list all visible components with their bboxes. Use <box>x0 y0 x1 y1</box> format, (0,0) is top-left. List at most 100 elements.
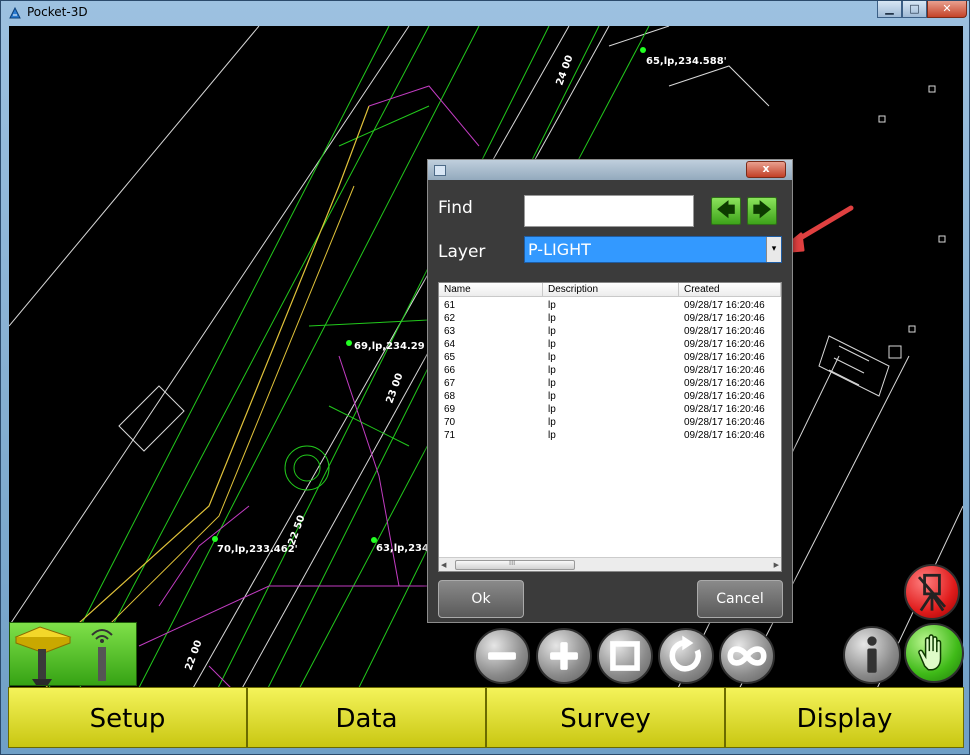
cell-name: 71 <box>444 430 456 441</box>
table-row[interactable]: 68 lp 09/28/17 16:20:46 <box>439 390 781 403</box>
hand-icon <box>918 634 942 671</box>
cell-created: 09/28/17 16:20:46 <box>684 404 765 415</box>
column-header-name[interactable]: Name <box>439 283 543 297</box>
table-row[interactable]: 65 lp 09/28/17 16:20:46 <box>439 351 781 364</box>
cell-name: 66 <box>444 365 456 376</box>
point-label: 63,lp,234 <box>376 543 429 554</box>
pan-button[interactable] <box>904 623 964 683</box>
zoom-out-icon <box>488 652 516 660</box>
maximize-button[interactable]: □ <box>902 1 927 18</box>
find-input[interactable] <box>524 195 694 227</box>
scroll-left-icon[interactable]: ◀ <box>441 561 446 569</box>
point-label: 69,lp,234.29 <box>354 341 425 352</box>
rotate-button[interactable] <box>658 628 714 684</box>
find-previous-button[interactable]: 🡄 <box>711 197 741 225</box>
rover-icon <box>14 626 113 685</box>
table-row[interactable]: 70 lp 09/28/17 16:20:46 <box>439 416 781 429</box>
cell-description: lp <box>548 313 556 324</box>
cell-description: lp <box>548 430 556 441</box>
cell-description: lp <box>548 365 556 376</box>
minimize-button[interactable]: ▁ <box>877 1 902 18</box>
zoom-extents-icon <box>610 641 640 671</box>
table-row[interactable]: 66 lp 09/28/17 16:20:46 <box>439 364 781 377</box>
cell-name: 61 <box>444 300 456 311</box>
find-label: Find <box>438 198 473 218</box>
ok-button[interactable]: Ok <box>438 580 524 618</box>
column-header-created[interactable]: Created <box>679 283 781 297</box>
cell-created: 09/28/17 16:20:46 <box>684 300 765 311</box>
layer-label: Layer <box>438 242 486 262</box>
info-icon <box>867 636 877 673</box>
cell-name: 65 <box>444 352 456 363</box>
manhole-symbol <box>284 445 330 491</box>
zoom-in-icon <box>550 642 578 670</box>
tab-display[interactable]: Display <box>725 687 964 748</box>
close-button[interactable]: ✕ <box>927 1 967 18</box>
chevron-down-icon[interactable]: ▾ <box>766 237 781 262</box>
station-label: 22 00 <box>183 639 204 672</box>
cell-created: 09/28/17 16:20:46 <box>684 313 765 324</box>
point-label: 70,lp,233.462' <box>217 544 298 555</box>
survey-disabled-icon <box>917 573 947 612</box>
zoom-in-button[interactable] <box>536 628 592 684</box>
cell-created: 09/28/17 16:20:46 <box>684 417 765 428</box>
rotate-icon <box>669 635 702 672</box>
zoom-extents-button[interactable] <box>597 628 653 684</box>
cell-description: lp <box>548 404 556 415</box>
cell-name: 67 <box>444 378 456 389</box>
table-row[interactable]: 64 lp 09/28/17 16:20:46 <box>439 338 781 351</box>
cell-name: 68 <box>444 391 456 402</box>
station-label: 24 00 <box>554 54 575 87</box>
table-row[interactable]: 67 lp 09/28/17 16:20:46 <box>439 377 781 390</box>
hatch-area <box>818 85 946 397</box>
cell-created: 09/28/17 16:20:46 <box>684 430 765 441</box>
cell-description: lp <box>548 417 556 428</box>
yellow-boundary <box>9 105 370 687</box>
gps-status-panel[interactable] <box>9 622 137 686</box>
cell-description: lp <box>548 326 556 337</box>
station-label: 23 00 <box>384 372 405 405</box>
point-label: 65,lp,234.588' <box>646 56 727 67</box>
cell-name: 62 <box>444 313 456 324</box>
table-row[interactable]: 62 lp 09/28/17 16:20:46 <box>439 312 781 325</box>
dialog-title-bar: x <box>428 160 792 180</box>
orbit-icon <box>727 646 767 666</box>
column-header-description[interactable]: Description <box>543 283 679 297</box>
title-bar: Pocket-3D ▁ □ ✕ <box>1 1 969 25</box>
points-table[interactable]: Name Description Created 61 lp 09/28/17 16… <box>438 282 782 572</box>
scroll-right-icon[interactable]: ▶ <box>774 561 779 569</box>
layer-select[interactable]: P-LIGHT ▾ <box>524 236 782 263</box>
horizontal-scrollbar[interactable]: ◀ III ▶ <box>439 557 781 571</box>
cell-name: 70 <box>444 417 456 428</box>
cell-description: lp <box>548 352 556 363</box>
tab-setup[interactable]: Setup <box>8 687 247 748</box>
app-window: Pocket-3D ▁ □ ✕ 65,lp,234.588' 69,lp,234… <box>0 0 970 755</box>
cell-description: lp <box>548 339 556 350</box>
find-point-dialog: x Find 🡄 🡆 Layer P-LIGHT ▾ Name Descript… <box>427 159 793 623</box>
layer-selected-value: P-LIGHT <box>528 240 591 259</box>
cell-created: 09/28/17 16:20:46 <box>684 378 765 389</box>
find-next-button[interactable]: 🡆 <box>747 197 777 225</box>
cell-description: lp <box>548 378 556 389</box>
dialog-icon <box>434 165 446 176</box>
info-button[interactable] <box>843 626 901 684</box>
table-row[interactable]: 61 lp 09/28/17 16:20:46 <box>439 299 781 312</box>
cell-description: lp <box>548 300 556 311</box>
zoom-out-button[interactable] <box>474 628 530 684</box>
tab-data[interactable]: Data <box>247 687 486 748</box>
tab-survey[interactable]: Survey <box>486 687 725 748</box>
cell-name: 69 <box>444 404 456 415</box>
cancel-button[interactable]: Cancel <box>697 580 783 618</box>
app-icon <box>9 6 21 19</box>
table-row[interactable]: 63 lp 09/28/17 16:20:46 <box>439 325 781 338</box>
cell-created: 09/28/17 16:20:46 <box>684 352 765 363</box>
cell-description: lp <box>548 391 556 402</box>
scroll-thumb[interactable]: III <box>455 559 575 570</box>
dialog-close-button[interactable]: x <box>746 161 786 178</box>
survey-status-button[interactable] <box>904 564 960 620</box>
table-row[interactable]: 69 lp 09/28/17 16:20:46 <box>439 403 781 416</box>
cell-created: 09/28/17 16:20:46 <box>684 391 765 402</box>
cell-name: 64 <box>444 339 456 350</box>
table-row[interactable]: 71 lp 09/28/17 16:20:46 <box>439 429 781 442</box>
orbit-button[interactable] <box>719 628 775 684</box>
